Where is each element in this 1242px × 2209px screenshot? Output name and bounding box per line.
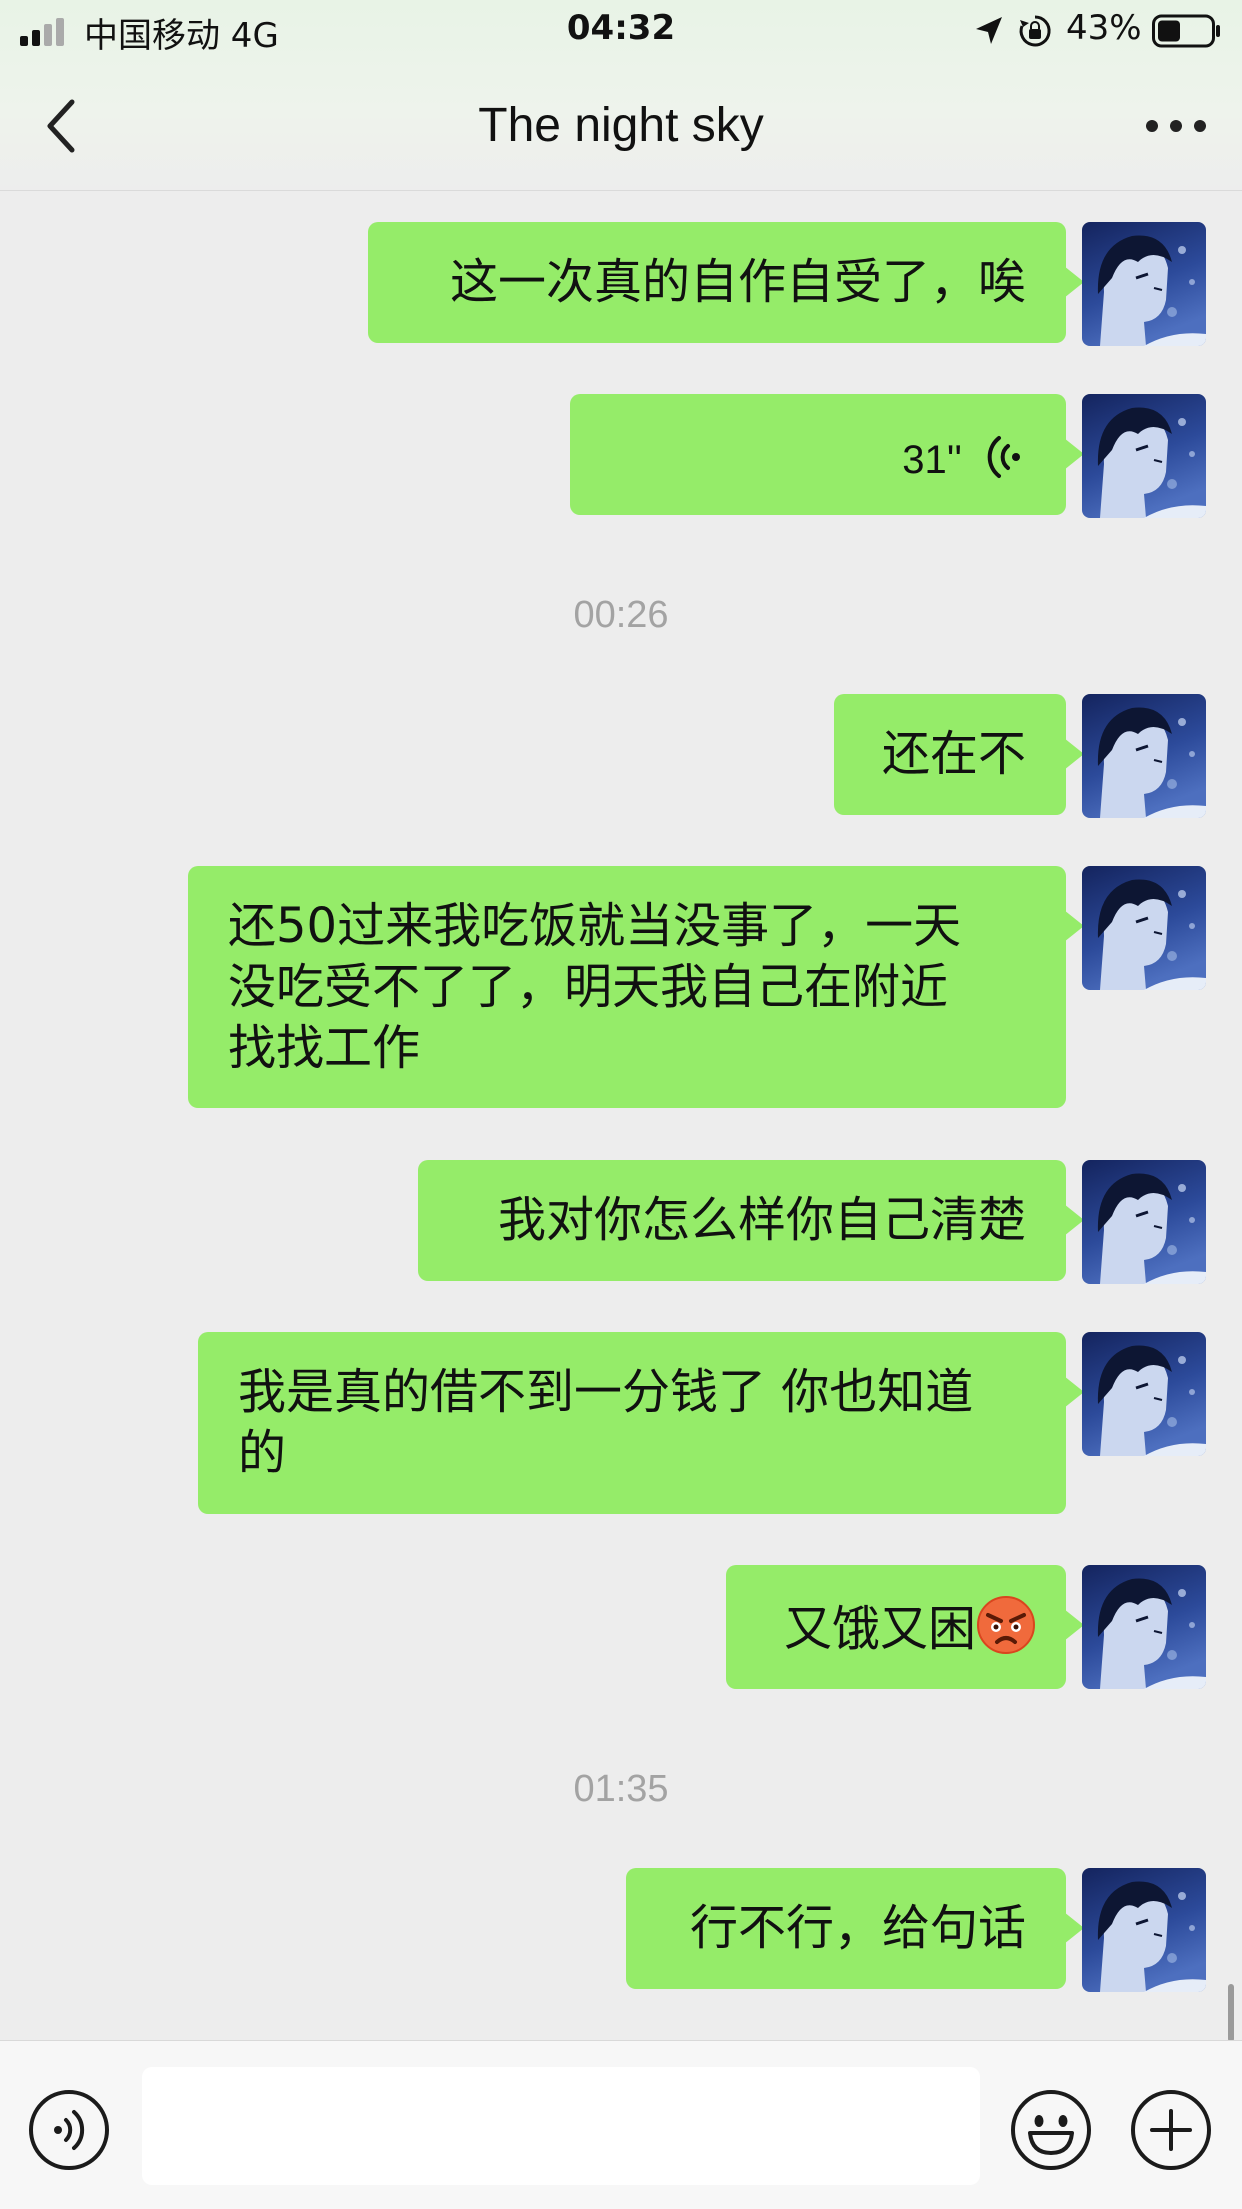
message-line: 还50过来我吃饭就当没事了，一天 — [228, 898, 962, 954]
timestamp: 01:35 — [573, 1768, 669, 1810]
message-line: 找找工作 — [228, 1020, 421, 1076]
avatar[interactable] — [1082, 222, 1206, 346]
chat-title: The night sky — [478, 99, 764, 152]
avatar[interactable] — [1082, 1565, 1206, 1689]
plus-icon[interactable] — [1130, 2089, 1212, 2171]
emoji-icon[interactable] — [1010, 2089, 1092, 2171]
voice-input-icon[interactable] — [28, 2089, 110, 2171]
message-text: 行不行，给句话 — [689, 1900, 1026, 1956]
timestamp: 00:26 — [573, 594, 669, 636]
scrollbar[interactable] — [1228, 1984, 1234, 2042]
message-bubble[interactable]: 行不行，给句话 — [626, 1868, 1084, 1989]
message-text: 还在不 — [881, 726, 1026, 782]
message-text: 这一次真的自作自受了，唉 — [449, 254, 1026, 310]
message-line: 的 — [238, 1425, 287, 1481]
voice-wave-icon — [987, 436, 1020, 478]
rotation-lock-icon — [1019, 15, 1051, 47]
message-bubble[interactable]: 又饿又困 — [726, 1565, 1084, 1689]
avatar[interactable] — [1082, 1868, 1206, 1992]
location-icon — [976, 17, 1002, 44]
message-bubble[interactable]: 还50过来我吃饭就当没事了，一天 没吃受不了了，明天我自己在附近 找找工作 — [188, 866, 1084, 1108]
top-bar: 中国移动 4G 04:32 43% The night sky — [0, 0, 1242, 191]
battery-percent: 43% — [1066, 8, 1142, 48]
message-text: 又饿又困 — [783, 1601, 976, 1657]
message-bubble[interactable]: 还在不 — [834, 694, 1084, 815]
angry-face-emoji — [977, 1596, 1035, 1654]
message-text: 我对你怎么样你自己清楚 — [497, 1192, 1026, 1248]
message-input[interactable] — [142, 2067, 980, 2185]
status-time: 04:32 — [566, 8, 676, 48]
more-icon[interactable] — [1144, 116, 1208, 136]
battery-icon — [1152, 14, 1220, 48]
avatar[interactable] — [1082, 1332, 1206, 1456]
voice-duration: 31'' — [902, 438, 962, 482]
avatar[interactable] — [1082, 694, 1206, 818]
message-bubble[interactable]: 我对你怎么样你自己清楚 — [418, 1160, 1084, 1281]
status-bar: 中国移动 4G 04:32 43% — [0, 0, 1242, 62]
input-bar — [0, 2040, 1242, 2209]
avatar[interactable] — [1082, 866, 1206, 990]
avatar[interactable] — [1082, 1160, 1206, 1284]
voice-message[interactable]: 31'' — [570, 394, 1084, 515]
message-line: 没吃受不了了，明天我自己在附近 — [228, 959, 949, 1015]
message-line: 我是真的借不到一分钱了 你也知道 — [238, 1364, 974, 1420]
message-bubble[interactable]: 这一次真的自作自受了，唉 — [368, 222, 1084, 343]
avatar[interactable] — [1082, 394, 1206, 518]
message-bubble[interactable]: 我是真的借不到一分钱了 你也知道 的 — [198, 1332, 1084, 1514]
